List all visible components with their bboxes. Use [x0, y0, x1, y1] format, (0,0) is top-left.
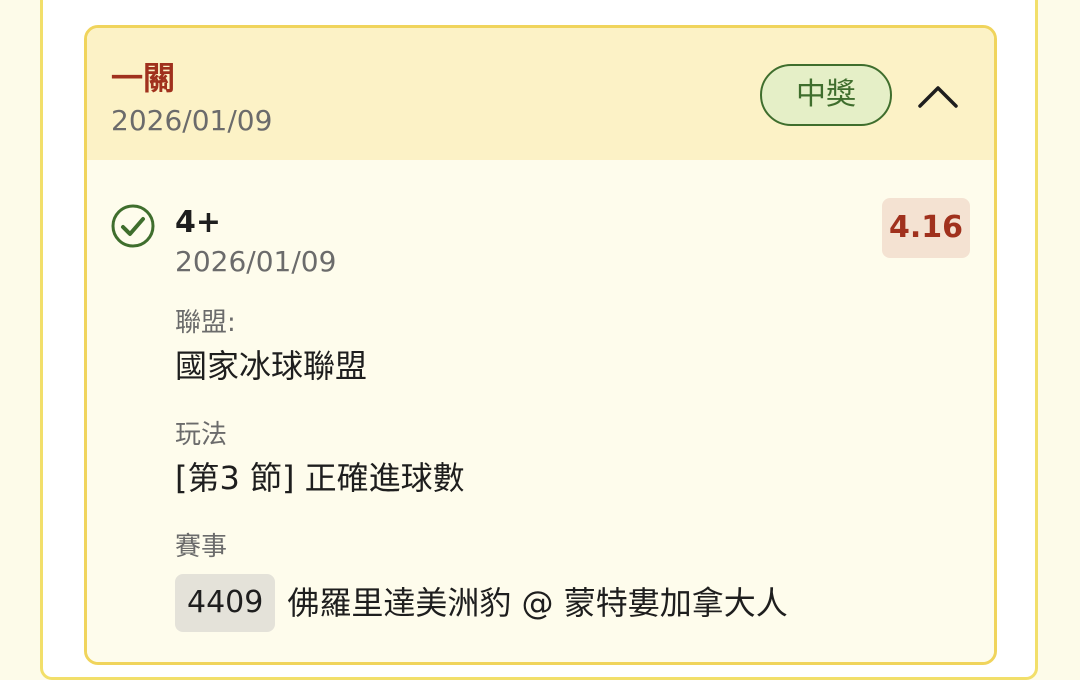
check-circle-icon — [111, 204, 155, 248]
market-value: [第3 節] 正確進球數 — [175, 459, 465, 497]
bet-card: 一關 2026/01/09 中獎 4+ 2026/01/09 4.16 聯盟: … — [84, 25, 997, 665]
odds-badge: 4.16 — [882, 198, 970, 258]
bet-type-title: 一關 — [111, 59, 176, 97]
selection-date: 2026/01/09 — [175, 245, 337, 278]
league-value: 國家冰球聯盟 — [175, 347, 368, 385]
selection-name: 4+ — [175, 205, 222, 240]
event-label: 賽事 — [175, 532, 228, 562]
event-teams: 佛羅里達美洲豹 @ 蒙特婁加拿大人 — [287, 584, 788, 622]
market-label: 玩法 — [175, 420, 228, 450]
collapse-toggle-button[interactable] — [912, 70, 964, 122]
status-badge: 中獎 — [760, 64, 892, 126]
event-row: 4409 佛羅里達美洲豹 @ 蒙特婁加拿大人 — [175, 573, 788, 633]
bet-date: 2026/01/09 — [111, 104, 273, 137]
event-id-badge: 4409 — [175, 574, 276, 632]
chevron-up-icon — [918, 86, 958, 108]
card-body: 4+ 2026/01/09 4.16 聯盟: 國家冰球聯盟 玩法 [第3 節] … — [87, 160, 994, 662]
card-header[interactable]: 一關 2026/01/09 中獎 — [87, 28, 994, 160]
league-label: 聯盟: — [175, 308, 236, 338]
